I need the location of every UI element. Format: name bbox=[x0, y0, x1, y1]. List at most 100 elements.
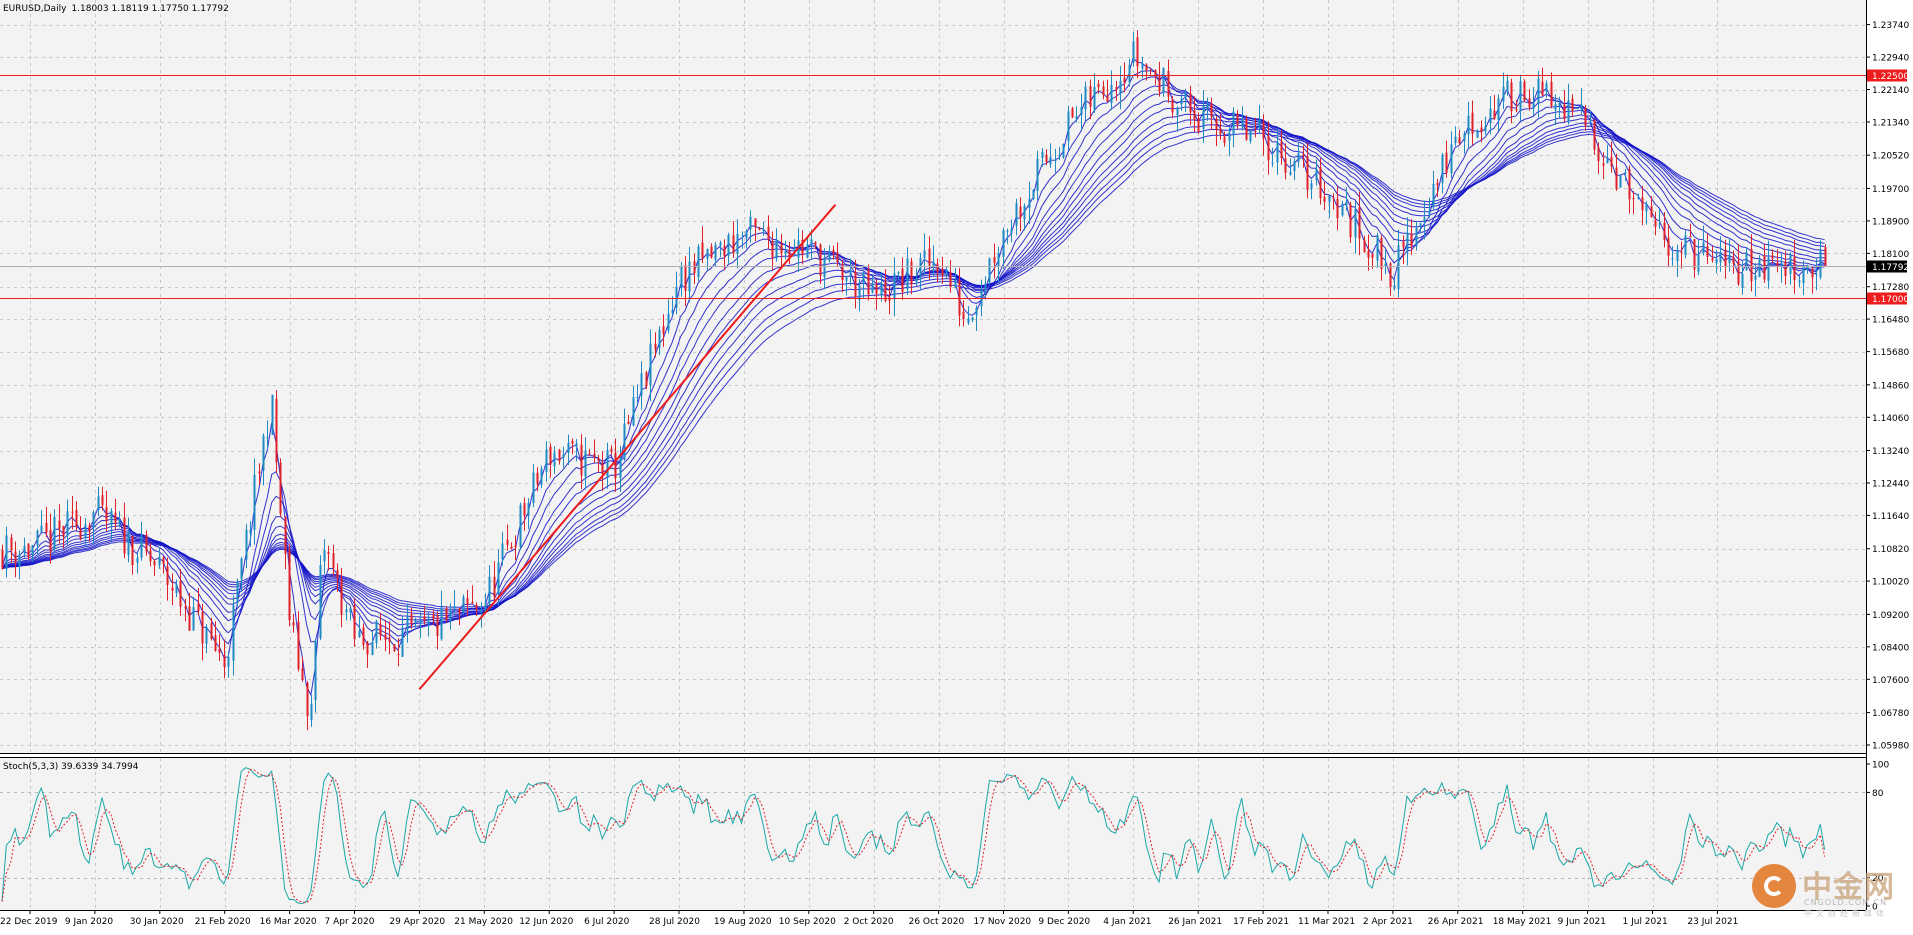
candle-body bbox=[1545, 83, 1548, 92]
candle-body bbox=[1132, 41, 1135, 63]
candle-body bbox=[458, 608, 461, 613]
candle-body bbox=[1180, 99, 1183, 105]
candle-body bbox=[1824, 247, 1827, 266]
candle-body bbox=[75, 510, 78, 527]
candle-body bbox=[758, 228, 761, 230]
candle-body bbox=[1650, 206, 1653, 218]
candle-body bbox=[771, 241, 774, 258]
time-tick-label: 11 Mar 2021 bbox=[1298, 917, 1355, 927]
candle-body bbox=[1010, 229, 1013, 234]
candle-body bbox=[1654, 220, 1657, 227]
candle-body bbox=[366, 642, 369, 655]
candle-body bbox=[567, 442, 570, 453]
candle-body bbox=[710, 246, 713, 258]
candle-body bbox=[906, 258, 909, 290]
candle-body bbox=[288, 550, 291, 621]
candle-body bbox=[1454, 136, 1457, 144]
candle-body bbox=[736, 233, 739, 254]
candle-body bbox=[1767, 257, 1770, 281]
candle-body bbox=[258, 471, 261, 474]
candle-body bbox=[1484, 125, 1487, 132]
time-tick-label: 23 Jul 2021 bbox=[1687, 917, 1738, 927]
candle-body bbox=[410, 614, 413, 625]
candle-body bbox=[71, 511, 74, 513]
candle-body bbox=[671, 309, 674, 314]
candle-body bbox=[236, 581, 239, 603]
candle-body bbox=[1537, 78, 1540, 104]
candle-body bbox=[332, 553, 335, 569]
candle-body bbox=[993, 257, 996, 264]
candle-body bbox=[849, 269, 852, 275]
candle-body bbox=[1741, 273, 1744, 288]
candle-body bbox=[1019, 206, 1022, 218]
candle-body bbox=[1610, 157, 1613, 167]
candle-body bbox=[1467, 115, 1470, 135]
candle-body bbox=[362, 627, 365, 645]
candle-body bbox=[1262, 121, 1265, 139]
candle-body bbox=[301, 668, 304, 680]
candle-body bbox=[53, 516, 56, 549]
candle-body bbox=[275, 398, 278, 463]
candle-body bbox=[1202, 105, 1205, 129]
candle-body bbox=[928, 248, 931, 266]
candle-body bbox=[727, 234, 730, 256]
candle-body bbox=[510, 546, 513, 549]
candle-body bbox=[118, 519, 121, 524]
candle-body bbox=[49, 530, 52, 552]
candle-body bbox=[253, 474, 256, 530]
candle-body bbox=[662, 326, 665, 334]
candle-body bbox=[1363, 240, 1366, 253]
candle-body bbox=[1811, 268, 1814, 278]
candle-body bbox=[1036, 158, 1039, 191]
price-tick-label: 1.09200 bbox=[1872, 611, 1909, 621]
time-tick-label: 1 Jul 2021 bbox=[1623, 917, 1668, 927]
candle-body bbox=[558, 449, 561, 462]
candle-body bbox=[336, 570, 339, 579]
candle-body bbox=[1523, 81, 1526, 101]
candle-body bbox=[145, 534, 148, 552]
candle-body bbox=[1306, 156, 1309, 190]
candle-body bbox=[1541, 81, 1544, 96]
candle-body bbox=[1423, 217, 1426, 223]
candle-body bbox=[971, 317, 974, 321]
price-tick-label: 1.11640 bbox=[1872, 512, 1909, 522]
watermark-logo-icon bbox=[1752, 864, 1796, 908]
candle-body bbox=[1658, 223, 1661, 225]
candle-body bbox=[1284, 158, 1287, 173]
candle-body bbox=[223, 655, 226, 668]
candle-body bbox=[1271, 162, 1274, 164]
candle-body bbox=[349, 608, 352, 613]
candle-body bbox=[1106, 95, 1109, 102]
candle-body bbox=[1445, 152, 1448, 173]
candle-body bbox=[1054, 159, 1057, 161]
candle-body bbox=[1750, 249, 1753, 282]
candle-body bbox=[684, 265, 687, 291]
candle-body bbox=[36, 530, 39, 546]
candle-body bbox=[88, 525, 91, 532]
candle-body bbox=[1550, 81, 1553, 106]
candle-body bbox=[1645, 204, 1648, 212]
candle-body bbox=[40, 525, 43, 533]
candle-body bbox=[171, 587, 174, 591]
candle-body bbox=[714, 244, 717, 260]
candle-body bbox=[1, 549, 4, 569]
candle-body bbox=[919, 257, 922, 278]
candle-body bbox=[375, 620, 378, 643]
candle-body bbox=[5, 535, 8, 570]
candle-body bbox=[358, 630, 361, 637]
candle-body bbox=[532, 472, 535, 504]
candle-body bbox=[1341, 204, 1344, 216]
candle-body bbox=[105, 507, 108, 522]
time-tick-label: 9 Dec 2020 bbox=[1038, 917, 1090, 927]
candle-body bbox=[1254, 131, 1257, 133]
candle-body bbox=[497, 562, 500, 595]
candle-body bbox=[1450, 144, 1453, 174]
candle-body bbox=[1476, 131, 1479, 138]
candle-body bbox=[549, 446, 552, 465]
candle-body bbox=[131, 536, 134, 566]
time-tick-label: 9 Jun 2021 bbox=[1558, 917, 1606, 927]
candle-body bbox=[814, 242, 817, 244]
price-tick-label: 1.10820 bbox=[1872, 545, 1909, 555]
price-tick-label: 1.19700 bbox=[1872, 185, 1909, 195]
time-tick-label: 21 May 2020 bbox=[454, 917, 513, 927]
